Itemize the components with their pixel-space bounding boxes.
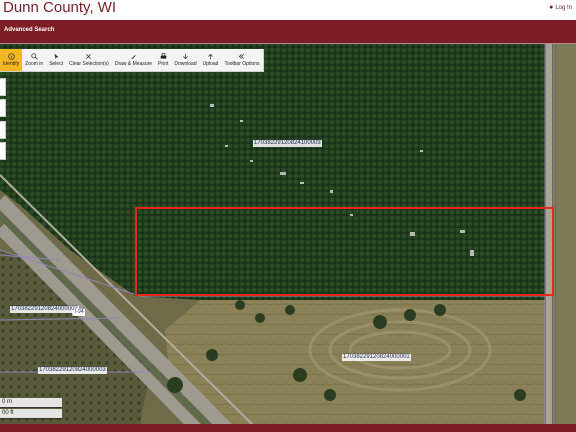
clear-selection-label: Clear Selection(s) xyxy=(69,61,109,67)
download-label: Download xyxy=(174,61,197,67)
draw-measure-button[interactable]: Draw & Measure xyxy=(112,49,155,71)
map-control-4[interactable] xyxy=(0,142,6,160)
clear-icon xyxy=(86,54,92,59)
toolbar: Identify Zoom in Select Clear Selection(… xyxy=(0,49,264,72)
map-view[interactable]: 17038229120824100003 1703822912082400000… xyxy=(0,44,576,432)
footer-bar xyxy=(0,424,576,432)
draw-icon xyxy=(131,55,136,60)
advanced-search-link[interactable]: Advanced Search xyxy=(4,27,54,33)
download-icon xyxy=(183,53,188,60)
upload-icon xyxy=(208,53,213,60)
parcel-label: 17038229120824000001 xyxy=(342,354,411,361)
scale-imperial: 00 ft xyxy=(0,409,62,419)
print-icon xyxy=(160,53,167,59)
road-label: I-94 xyxy=(74,309,85,316)
person-icon: ● xyxy=(549,4,554,11)
download-button[interactable]: Download xyxy=(171,49,199,71)
upload-button[interactable]: Upload xyxy=(200,49,222,71)
map-control-3[interactable] xyxy=(0,121,6,139)
clear-selection-button[interactable]: Clear Selection(s) xyxy=(66,49,112,71)
identify-icon xyxy=(7,53,15,60)
scale-bar: 0 m 00 ft xyxy=(0,398,62,420)
zoom-in-icon xyxy=(31,53,38,60)
toolbar-options-button[interactable]: Toolbar Options xyxy=(221,49,262,71)
zoom-in-button[interactable]: Zoom in xyxy=(22,49,46,71)
header: Dunn County, WI ● Log In xyxy=(0,0,576,20)
identify-button[interactable]: Identify xyxy=(0,49,23,71)
login-label: Log In xyxy=(555,4,572,11)
upload-label: Upload xyxy=(202,61,219,67)
scale-metric: 0 m xyxy=(0,398,62,408)
toolbar-options-label: Toolbar Options xyxy=(224,61,260,67)
map-control-2[interactable] xyxy=(0,99,6,117)
parcel-label: 17038229120824000002 xyxy=(10,306,79,313)
draw-measure-label: Draw & Measure xyxy=(114,61,153,67)
chevrons-left-icon xyxy=(239,54,245,59)
identify-label: Identify xyxy=(3,61,20,67)
select-label: Select xyxy=(49,61,64,67)
zoom-in-label: Zoom in xyxy=(25,61,44,67)
map-control-1[interactable] xyxy=(0,78,6,96)
print-button[interactable]: Print xyxy=(155,49,171,71)
navbar: Advanced Search xyxy=(0,20,576,44)
site-title: Dunn County, WI xyxy=(3,0,117,16)
print-label: Print xyxy=(158,61,169,67)
login-link[interactable]: ● Log In xyxy=(549,4,572,11)
parcel-label: 17038229120824100003 xyxy=(253,140,322,147)
select-button[interactable]: Select xyxy=(46,49,66,71)
parcel-label: 17038229120824000003 xyxy=(38,367,107,374)
select-icon xyxy=(54,53,59,60)
